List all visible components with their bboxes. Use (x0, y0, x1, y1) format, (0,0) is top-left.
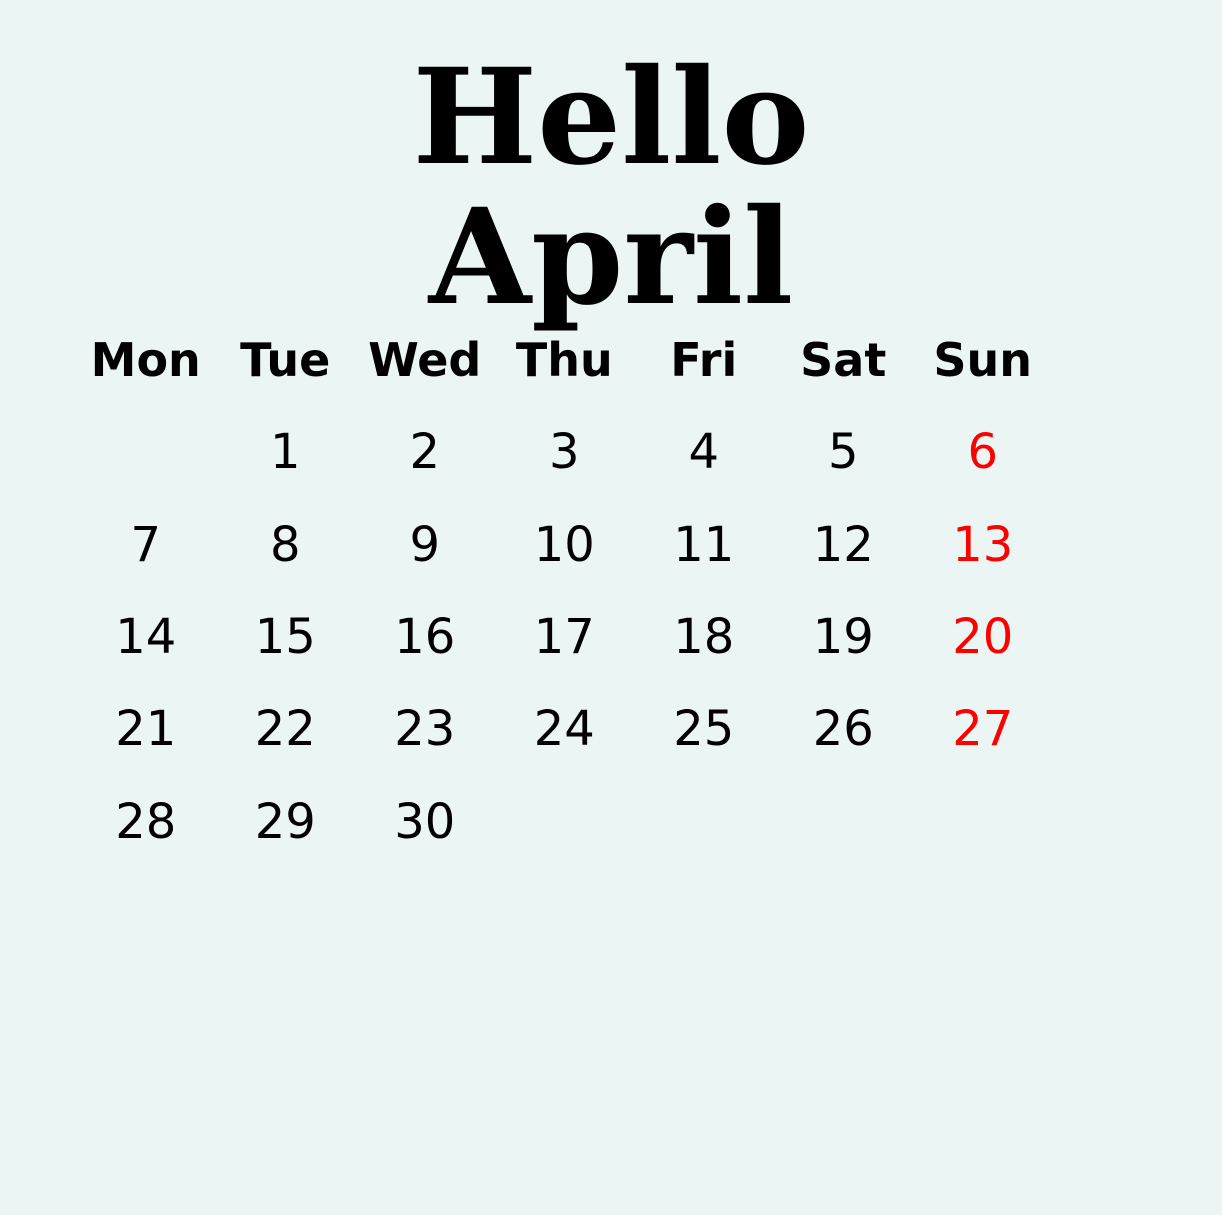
title-hello: Hello (412, 40, 810, 195)
day-cell: 9 (409, 516, 441, 573)
empty-cell (913, 775, 1053, 867)
day-cell: 28 (115, 793, 177, 850)
day-cell: 12 (812, 516, 874, 573)
day-cell: 11 (673, 516, 735, 573)
day-cell: 2 (409, 424, 441, 481)
empty-cell (495, 775, 635, 867)
day-cell: 26 (812, 701, 874, 758)
empty-cell (76, 406, 216, 498)
empty-cell (634, 775, 774, 867)
title-month: April (428, 180, 794, 335)
weekday-header-thu: Thu (515, 333, 613, 388)
day-cell: 3 (548, 424, 580, 481)
day-cell: 23 (394, 701, 456, 758)
day-cell: 14 (115, 609, 177, 666)
calendar-grid: Mon Tue Wed Thu Fri Sat Sun 1 2 3 4 5 6 7 8 9 10 11 12 13 14… (76, 314, 1053, 868)
weekday-header-sun: Sun (933, 333, 1033, 388)
day-cell: 16 (394, 609, 456, 666)
day-cell: 13 (952, 516, 1014, 573)
weekday-header-wed: Wed (368, 333, 482, 388)
empty-cell (774, 775, 914, 867)
weekday-header-sat: Sat (800, 333, 887, 388)
day-cell: 27 (952, 701, 1014, 758)
day-cell: 19 (812, 609, 874, 666)
day-cell: 8 (269, 516, 301, 573)
day-cell: 15 (254, 609, 316, 666)
day-cell: 10 (533, 516, 595, 573)
day-cell: 18 (673, 609, 735, 666)
day-cell: 21 (115, 701, 177, 758)
day-cell: 1 (269, 424, 301, 481)
day-cell: 5 (827, 424, 859, 481)
weekday-header-tue: Tue (240, 333, 331, 388)
day-cell: 22 (254, 701, 316, 758)
day-cell: 4 (688, 424, 720, 481)
day-cell: 7 (130, 516, 162, 573)
day-cell: 30 (394, 793, 456, 850)
day-cell: 29 (254, 793, 316, 850)
weekday-header-mon: Mon (90, 333, 201, 388)
day-cell: 24 (533, 701, 595, 758)
day-cell: 25 (673, 701, 735, 758)
weekday-header-fri: Fri (670, 333, 738, 388)
day-cell: 6 (967, 424, 999, 481)
day-cell: 20 (952, 609, 1014, 666)
day-cell: 17 (533, 609, 595, 666)
